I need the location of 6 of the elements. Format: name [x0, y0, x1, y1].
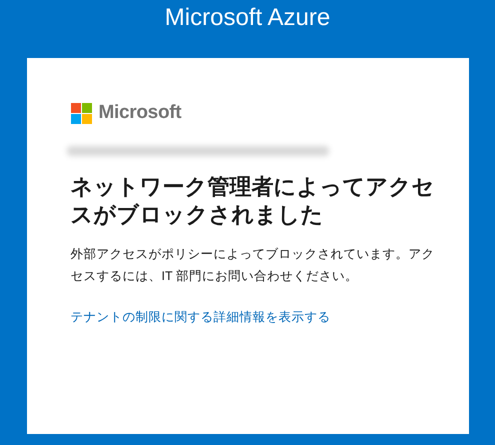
windows-logo-icon [70, 102, 92, 124]
page-title: Microsoft Azure [164, 4, 330, 33]
error-message: 外部アクセスがポリシーによってブロックされています。アクセスするには、IT 部門にお問い合わせください。 [70, 246, 436, 285]
error-heading: ネットワーク管理者によってアクセスがブロックされました [70, 173, 436, 229]
details-link[interactable]: テナントの制限に関する詳細情報を表示する [70, 309, 330, 326]
brand-name: Microsoft [98, 102, 182, 124]
